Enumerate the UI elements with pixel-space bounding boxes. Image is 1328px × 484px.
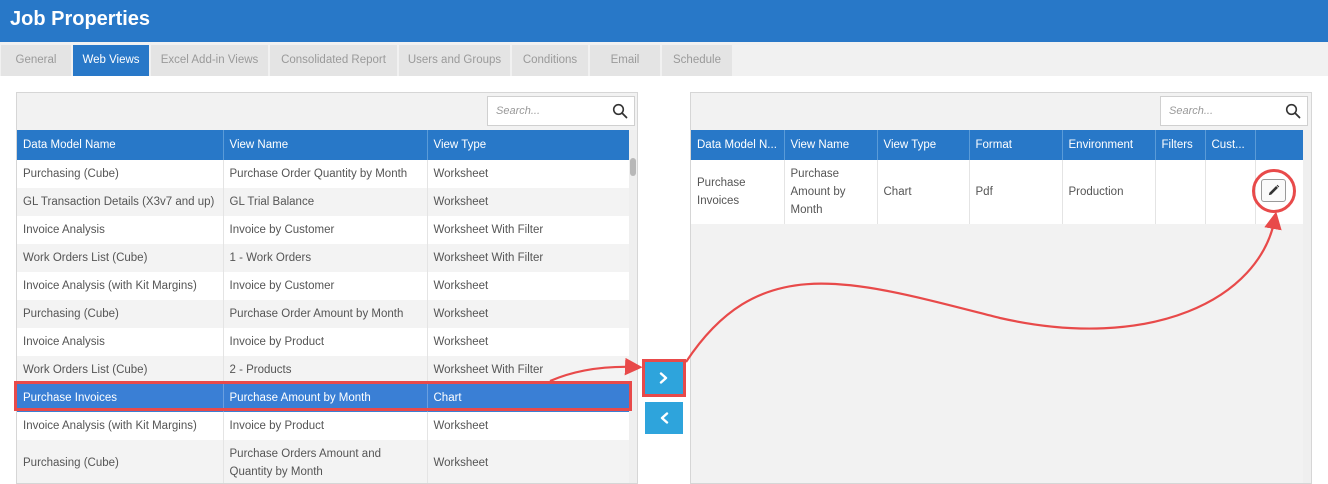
- cell-view-type: Worksheet: [427, 440, 632, 483]
- table-row[interactable]: Invoice Analysis Invoice by Product Work…: [17, 328, 632, 356]
- column-header-view-type[interactable]: View Type: [427, 130, 632, 160]
- column-header-view-type[interactable]: View Type: [877, 130, 970, 160]
- cell-view-type: Worksheet With Filter: [427, 356, 632, 384]
- cell-data-model-name: Invoice Analysis (with Kit Margins): [17, 272, 224, 300]
- cell-view-type: Worksheet: [427, 272, 632, 300]
- cell-data-model-name: Invoice Analysis: [17, 216, 224, 244]
- table-row[interactable]: Purchasing (Cube) Purchase Orders Amount…: [17, 440, 632, 483]
- cell-data-model-name: Purchase Invoices: [691, 160, 785, 224]
- available-views-search[interactable]: [487, 96, 635, 126]
- selected-views-panel: Data Model N... View Name View Type Form…: [690, 92, 1312, 484]
- table-row[interactable]: Invoice Analysis (with Kit Margins) Invo…: [17, 412, 632, 440]
- column-header-custom[interactable]: Cust...: [1205, 130, 1256, 160]
- tab-bar: General Web Views Excel Add-in Views Con…: [0, 42, 1328, 76]
- column-header-view-name[interactable]: View Name: [223, 130, 428, 160]
- cell-view-name: Invoice by Product: [223, 412, 428, 440]
- cell-data-model-name: Purchasing (Cube): [17, 440, 224, 483]
- cell-custom: [1205, 160, 1256, 224]
- edit-view-button[interactable]: [1261, 179, 1286, 202]
- column-header-filters[interactable]: Filters: [1155, 130, 1206, 160]
- cell-view-name: Invoice by Product: [223, 328, 428, 356]
- cell-view-type: Worksheet With Filter: [427, 216, 632, 244]
- table-row[interactable]: Work Orders List (Cube) 2 - Products Wor…: [17, 356, 632, 384]
- cell-view-type: Worksheet: [427, 188, 632, 216]
- available-views-table: Data Model Name View Name View Type Purc…: [17, 130, 632, 483]
- table-row[interactable]: Purchasing (Cube) Purchase Order Quantit…: [17, 160, 632, 188]
- scrollbar-thumb[interactable]: [630, 158, 636, 176]
- column-header-data-model-name[interactable]: Data Model Name: [17, 130, 224, 160]
- selected-views-search[interactable]: [1160, 96, 1308, 126]
- cell-data-model-name: Work Orders List (Cube): [17, 356, 224, 384]
- table-row[interactable]: GL Transaction Details (X3v7 and up) GL …: [17, 188, 632, 216]
- selected-views-scrollbar[interactable]: [1303, 130, 1311, 483]
- cell-view-type: Chart: [427, 384, 632, 412]
- table-header-row: Data Model N... View Name View Type Form…: [691, 130, 1306, 160]
- tab-general[interactable]: General: [1, 45, 71, 76]
- available-views-scrollbar[interactable]: [629, 130, 637, 483]
- cell-view-name: Invoice by Customer: [223, 216, 428, 244]
- chevron-right-icon: [659, 372, 668, 384]
- cell-data-model-name: Purchasing (Cube): [17, 300, 224, 328]
- cell-filters: [1155, 160, 1206, 224]
- cell-data-model-name: Invoice Analysis: [17, 328, 224, 356]
- cell-view-name: Invoice by Customer: [223, 272, 428, 300]
- move-right-button[interactable]: [645, 362, 683, 394]
- cell-view-type: Worksheet: [427, 328, 632, 356]
- table-row-selected[interactable]: Purchase Invoices Purchase Amount by Mon…: [17, 384, 632, 412]
- search-icon[interactable]: [612, 103, 628, 119]
- title-bar: Job Properties: [0, 0, 1328, 42]
- pencil-icon: [1268, 184, 1280, 196]
- cell-view-type: Worksheet With Filter: [427, 244, 632, 272]
- search-icon[interactable]: [1285, 103, 1301, 119]
- table-row[interactable]: Invoice Analysis (with Kit Margins) Invo…: [17, 272, 632, 300]
- tab-users-and-groups[interactable]: Users and Groups: [399, 45, 510, 76]
- tab-conditions[interactable]: Conditions: [512, 45, 588, 76]
- column-header-format[interactable]: Format: [969, 130, 1063, 160]
- column-header-data-model-name[interactable]: Data Model N...: [691, 130, 785, 160]
- tab-web-views[interactable]: Web Views: [73, 45, 149, 76]
- cell-data-model-name: GL Transaction Details (X3v7 and up): [17, 188, 224, 216]
- chevron-left-icon: [660, 412, 669, 424]
- cell-view-name: Purchase Amount by Month: [784, 160, 878, 224]
- cell-data-model-name: Purchase Invoices: [17, 384, 224, 412]
- window-title: Job Properties: [10, 8, 151, 30]
- cell-view-name: Purchase Order Amount by Month: [223, 300, 428, 328]
- available-views-panel: Data Model Name View Name View Type Purc…: [16, 92, 638, 484]
- cell-view-type: Worksheet: [427, 300, 632, 328]
- move-left-button[interactable]: [645, 402, 683, 434]
- table-row[interactable]: Purchasing (Cube) Purchase Order Amount …: [17, 300, 632, 328]
- cell-format: Pdf: [969, 160, 1063, 224]
- cell-view-name: 1 - Work Orders: [223, 244, 428, 272]
- cell-view-type: Worksheet: [427, 160, 632, 188]
- table-header-row: Data Model Name View Name View Type: [17, 130, 632, 160]
- cell-data-model-name: Invoice Analysis (with Kit Margins): [17, 412, 224, 440]
- column-header-environment[interactable]: Environment: [1062, 130, 1156, 160]
- cell-environment: Production: [1062, 160, 1156, 224]
- cell-view-name: GL Trial Balance: [223, 188, 428, 216]
- table-row[interactable]: Work Orders List (Cube) 1 - Work Orders …: [17, 244, 632, 272]
- tab-email[interactable]: Email: [590, 45, 660, 76]
- tab-excel-add-in-views[interactable]: Excel Add-in Views: [151, 45, 268, 76]
- tab-consolidated-report[interactable]: Consolidated Report: [270, 45, 397, 76]
- table-row[interactable]: Purchase Invoices Purchase Amount by Mon…: [691, 160, 1306, 224]
- cell-view-type: Worksheet: [427, 412, 632, 440]
- cell-data-model-name: Purchasing (Cube): [17, 160, 224, 188]
- column-header-actions: [1255, 130, 1306, 160]
- cell-data-model-name: Work Orders List (Cube): [17, 244, 224, 272]
- cell-view-name: 2 - Products: [223, 356, 428, 384]
- column-header-view-name[interactable]: View Name: [784, 130, 878, 160]
- cell-view-name: Purchase Orders Amount and Quantity by M…: [223, 440, 428, 483]
- cell-view-type: Chart: [877, 160, 970, 224]
- available-views-search-input[interactable]: [496, 103, 596, 119]
- selected-views-table: Data Model N... View Name View Type Form…: [691, 130, 1306, 224]
- tab-schedule[interactable]: Schedule: [662, 45, 732, 76]
- selected-views-search-input[interactable]: [1169, 103, 1269, 119]
- cell-view-name: Purchase Order Quantity by Month: [223, 160, 428, 188]
- table-row[interactable]: Invoice Analysis Invoice by Customer Wor…: [17, 216, 632, 244]
- cell-view-name: Purchase Amount by Month: [223, 384, 428, 412]
